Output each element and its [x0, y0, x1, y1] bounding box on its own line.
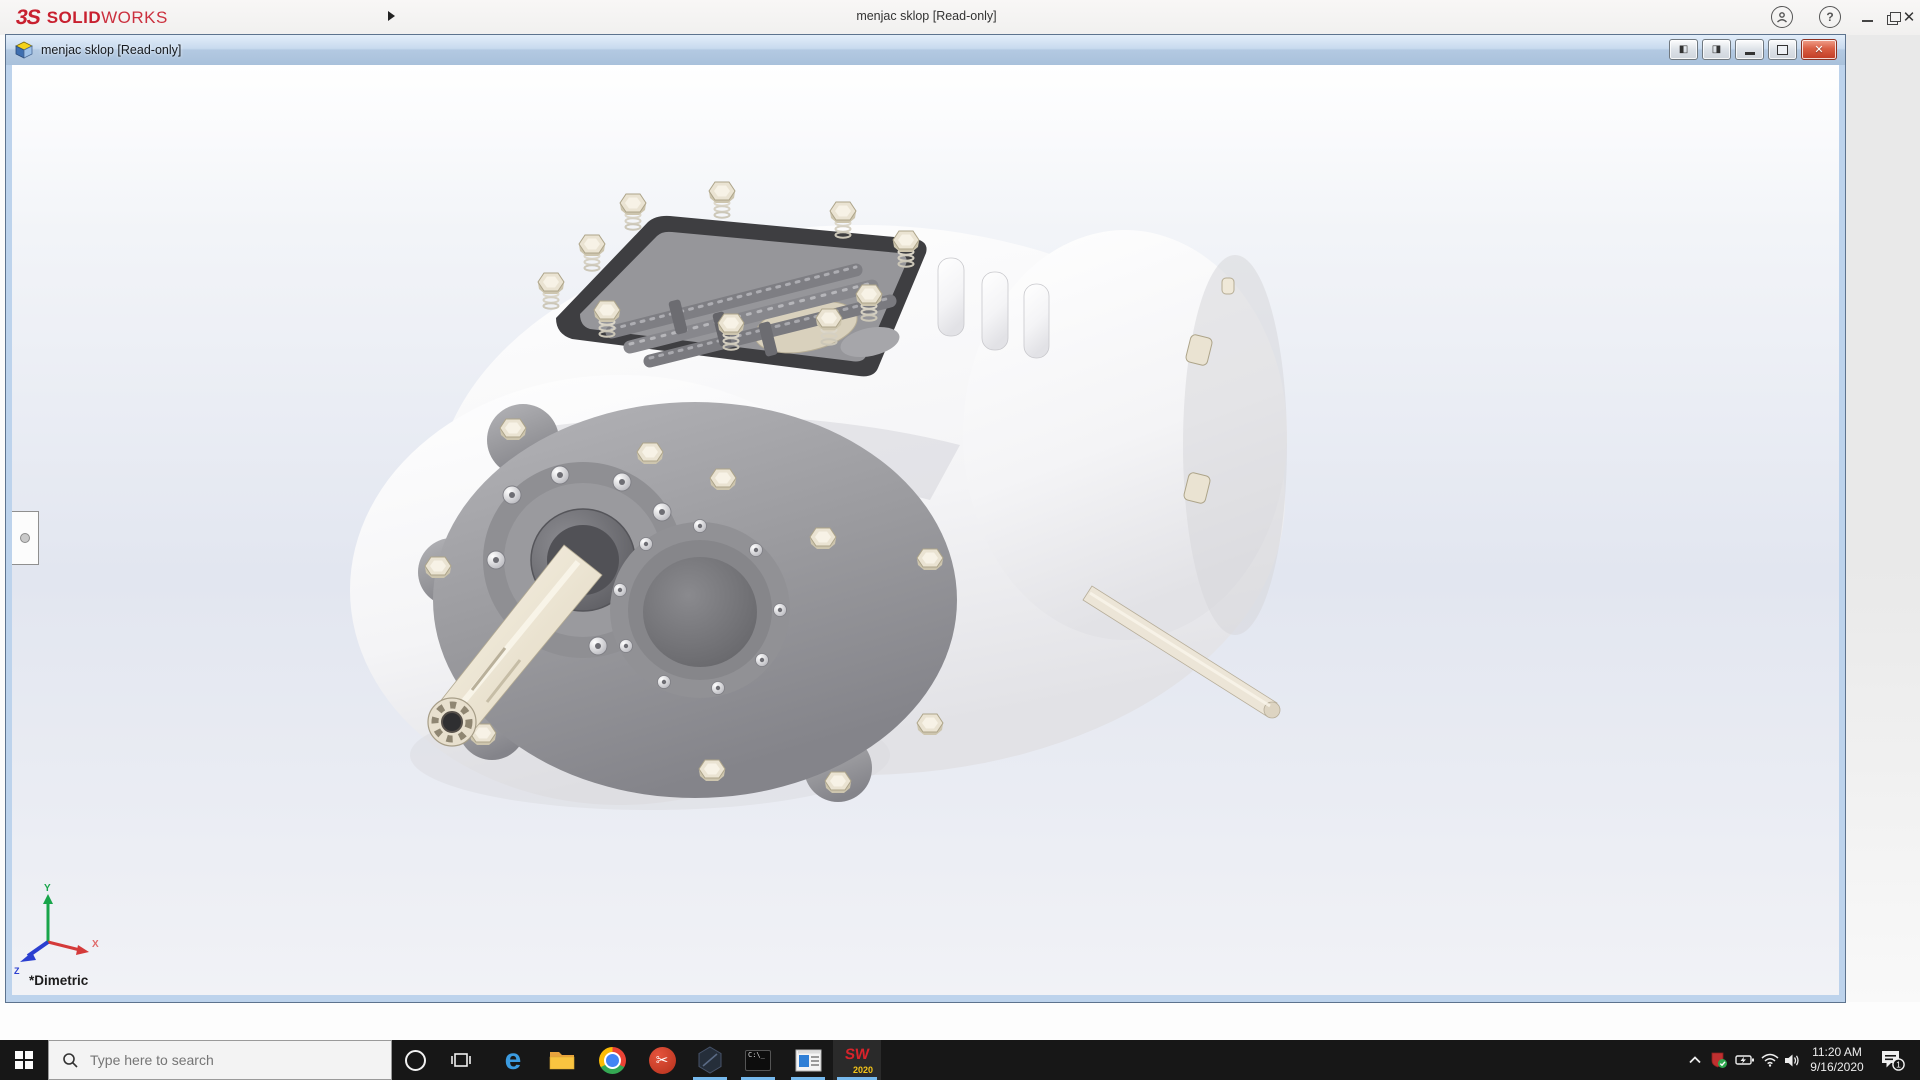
- windows-taskbar: e ✂ C:\_ SW 2020: [0, 1040, 1920, 1080]
- action-center-icon: 1: [1882, 1051, 1905, 1071]
- orientation-triad[interactable]: Y X Z: [14, 883, 99, 976]
- edge-icon: e: [504, 1043, 522, 1076]
- file-explorer-icon: [549, 1052, 575, 1070]
- sw-shield-check-icon: [1711, 1052, 1727, 1068]
- taskbar-edge-button[interactable]: e: [489, 1040, 537, 1080]
- taskbar-file-explorer-button[interactable]: [538, 1040, 586, 1080]
- view-orientation-label: *Dimetric: [29, 973, 89, 988]
- chrome-icon: [598, 1046, 626, 1074]
- tree-tab-handle-icon: [20, 533, 30, 543]
- tray-overflow-button[interactable]: [1682, 1040, 1708, 1080]
- document-window: menjac sklop [Read-only] ◧ ◨ ✕ Y X Z *Di…: [5, 34, 1846, 1003]
- triad-z-label: Z: [14, 966, 20, 976]
- search-icon: [63, 1053, 78, 1068]
- tray-solidworks-monitor[interactable]: [1706, 1040, 1732, 1080]
- graphics-viewport[interactable]: Y X Z *Dimetric: [12, 65, 1839, 995]
- triad-x-label: X: [92, 939, 99, 950]
- scissors-icon: ✂: [648, 1046, 676, 1074]
- hexagon-app-icon: [698, 1046, 722, 1074]
- task-view-icon: [451, 1053, 471, 1067]
- show-left-pane-button[interactable]: ◧: [1669, 39, 1698, 60]
- windows-logo-icon: [15, 1051, 33, 1069]
- account-button[interactable]: [1768, 4, 1796, 30]
- menu-expand-arrow-icon[interactable]: [388, 11, 395, 21]
- start-button[interactable]: [0, 1040, 48, 1080]
- tray-clock[interactable]: 11:20 AM 9/16/2020: [1806, 1040, 1868, 1080]
- statusbar-area: [0, 1002, 1920, 1040]
- cortana-button[interactable]: [392, 1040, 438, 1080]
- tray-power-button[interactable]: [1732, 1040, 1758, 1080]
- app-titlebar: 3S SOLID WORKS menjac sklop [Read-only] …: [0, 0, 1920, 35]
- pane-left-icon: ◧: [1678, 44, 1689, 55]
- command-prompt-icon: C:\_: [745, 1049, 771, 1071]
- taskbar-solidworks-button[interactable]: SW 2020: [833, 1040, 881, 1080]
- tray-volume-button[interactable]: [1780, 1040, 1805, 1080]
- taskbar-search[interactable]: [48, 1040, 392, 1080]
- doc-minimize-button[interactable]: [1735, 39, 1764, 60]
- dassault-3s-icon: 3S: [14, 6, 42, 29]
- task-view-button[interactable]: [438, 1040, 484, 1080]
- window-app-icon: [795, 1049, 821, 1071]
- notification-count: 1: [1896, 1060, 1901, 1070]
- assembly-cube-icon: [15, 41, 33, 59]
- app-close-button[interactable]: ✕: [1898, 4, 1920, 30]
- gearbox-model[interactable]: Y X Z: [12, 65, 1839, 995]
- task-pane-strip: [1845, 35, 1920, 1002]
- taskbar-management-app-button[interactable]: [784, 1040, 832, 1080]
- feature-tree-collapsed-tab[interactable]: [12, 511, 39, 565]
- action-center-button[interactable]: 1: [1872, 1040, 1912, 1080]
- pane-right-icon: ◨: [1711, 44, 1722, 55]
- close-icon: ✕: [1814, 44, 1824, 56]
- wifi-icon: [1761, 1053, 1778, 1067]
- app-minimize-button[interactable]: [1853, 4, 1881, 30]
- help-button[interactable]: ?: [1816, 4, 1844, 30]
- taskbar-hexagon-app-button[interactable]: [686, 1040, 734, 1080]
- search-input[interactable]: [88, 1051, 342, 1069]
- document-titlebar[interactable]: menjac sklop [Read-only] ◧ ◨ ✕: [6, 35, 1845, 65]
- restore-icon: [1777, 44, 1788, 55]
- app-title: menjac sklop [Read-only]: [856, 9, 997, 23]
- solidworks-app-icon: SW 2020: [844, 1046, 873, 1075]
- taskbar-snip-button[interactable]: ✂: [638, 1040, 686, 1080]
- chevron-up-icon: [1689, 1056, 1701, 1064]
- document-title: menjac sklop [Read-only]: [41, 43, 182, 57]
- taskbar-chrome-button[interactable]: [588, 1040, 636, 1080]
- solidworks-logo: 3S SOLID WORKS: [14, 6, 168, 29]
- taskbar-cmd-button[interactable]: C:\_: [734, 1040, 782, 1080]
- cortana-icon: [404, 1049, 426, 1071]
- show-right-pane-button[interactable]: ◨: [1702, 39, 1731, 60]
- tray-wifi-button[interactable]: [1757, 1040, 1782, 1080]
- battery-icon: [1735, 1055, 1754, 1065]
- help-icon: ?: [1819, 6, 1841, 28]
- tray-date: 9/16/2020: [1810, 1060, 1864, 1074]
- doc-restore-button[interactable]: [1768, 39, 1797, 60]
- minimize-icon: [1744, 51, 1755, 55]
- triad-y-label: Y: [44, 883, 51, 894]
- solidworks-year-badge: 2020: [852, 1065, 873, 1075]
- doc-close-button[interactable]: ✕: [1801, 39, 1837, 60]
- user-icon: [1771, 6, 1793, 28]
- tray-time: 11:20 AM: [1812, 1045, 1862, 1059]
- speaker-icon: [1785, 1054, 1799, 1066]
